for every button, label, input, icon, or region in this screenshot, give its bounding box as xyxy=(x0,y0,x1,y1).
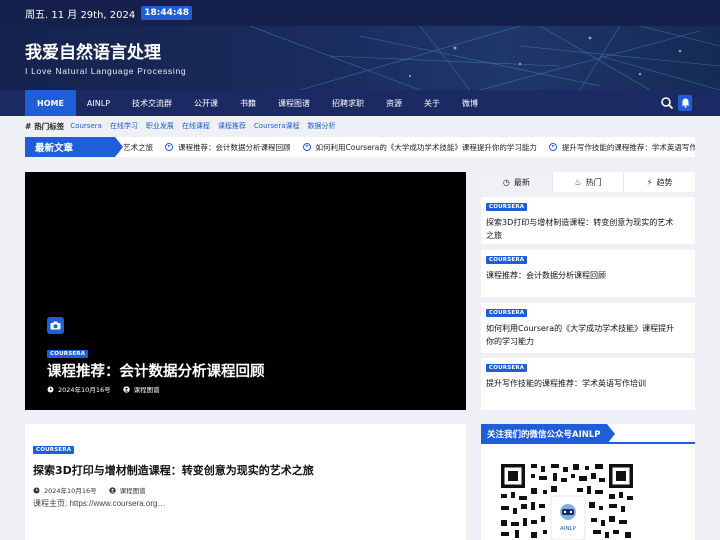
site-header: 我爱自然语言处理 I Love Natural Language Process… xyxy=(0,26,720,90)
post-author[interactable]: 课程图谱 xyxy=(120,485,146,495)
featured-post-title[interactable]: 课程推荐：会计数据分析课程回顾 xyxy=(47,360,265,381)
bell-icon xyxy=(681,98,689,108)
search-icon[interactable] xyxy=(660,96,674,110)
nav-item-books[interactable]: 书籍 xyxy=(229,90,267,116)
hot-tags-title: 热门标签 xyxy=(34,121,65,131)
user-icon xyxy=(122,385,130,393)
article-card: COURSERA 探索3D打印与增材制造课程：转变创意为现实的艺术之旅 2024… xyxy=(25,424,466,540)
tab-latest[interactable]: ◷ 最新 xyxy=(481,172,553,192)
tab-label: 最新 xyxy=(513,177,530,187)
wechat-qr-code: AINLP xyxy=(501,464,633,540)
ticker-track: 艺术之旅 课程推荐：会计数据分析课程回顾 如何利用Coursera的《大学成功学… xyxy=(123,142,695,153)
ticker-item-text: 艺术之旅 xyxy=(123,142,153,152)
post-author[interactable]: 课程图谱 xyxy=(134,384,160,394)
hot-tags-label: # 热门标签 xyxy=(25,121,64,132)
featured-post-meta: 2024年10月16号 课程图谱 xyxy=(47,384,160,394)
featured-post[interactable]: COURSERA 课程推荐：会计数据分析课程回顾 2024年10月16号 课程图… xyxy=(25,172,466,410)
tag-link[interactable]: Coursera xyxy=(70,122,102,130)
tag-link[interactable]: 数据分析 xyxy=(308,121,336,131)
nav-item-ainlp[interactable]: AINLP xyxy=(76,90,121,116)
article-meta: 2024年10月16号 课程图谱 xyxy=(33,485,146,495)
category-badge[interactable]: COURSERA xyxy=(486,256,528,264)
post-date: 2024年10月16号 xyxy=(44,487,97,495)
ticker-item-text: 提升写作技能的课程推荐：学术英语写作培训 xyxy=(561,142,695,152)
nav-item-about[interactable]: 关于 xyxy=(413,90,451,116)
current-date: 周五. 11 月 29th, 2024 xyxy=(25,9,136,21)
sidebar-post[interactable]: COURSERA 探索3D打印与增材制造课程：转变创意为现实的艺术之旅 xyxy=(481,197,695,244)
hot-tags: # 热门标签 Coursera 在线学习 职业发展 在线课程 课程推荐 Cours… xyxy=(25,119,344,133)
nav-item-course-graph[interactable]: 课程图谱 xyxy=(267,90,321,116)
nav-item-weibo[interactable]: 微博 xyxy=(451,90,489,116)
play-circle-icon xyxy=(165,143,173,151)
category-badge[interactable]: COURSERA xyxy=(486,203,528,211)
clock-icon: ◷ xyxy=(502,177,510,187)
tab-popular[interactable]: ♨ 热门 xyxy=(553,172,625,192)
latest-articles-ticker: 最新文章 艺术之旅 课程推荐：会计数据分析课程回顾 如何利用Coursera的《… xyxy=(25,137,695,157)
tag-link[interactable]: 在线学习 xyxy=(110,121,138,131)
ticker-item[interactable]: 艺术之旅 xyxy=(123,142,153,153)
post-date: 2024年10月16号 xyxy=(58,386,111,394)
sidebar-post-title[interactable]: 如何利用Coursera的《大学成功学术技能》课程提升你的学习能力 xyxy=(486,322,681,348)
tag-link[interactable]: 课程推荐 xyxy=(218,121,246,131)
category-badge[interactable]: COURSERA xyxy=(486,364,528,372)
ticker-label: 最新文章 xyxy=(25,137,123,157)
category-badge[interactable]: COURSERA xyxy=(47,350,89,358)
bolt-icon: ⚡ xyxy=(646,177,653,187)
clock-icon xyxy=(33,487,40,493)
top-bar: 周五. 11 月 29th, 2024 18:44:48 xyxy=(0,0,720,26)
nav-item-home[interactable]: HOME xyxy=(25,90,76,116)
ticker-item[interactable]: 提升写作技能的课程推荐：学术英语写作培训 xyxy=(548,142,695,153)
fire-icon: ♨ xyxy=(574,177,582,187)
clock-icon xyxy=(47,386,54,392)
wechat-widget: 关注我们的微信公众号AINLP AINLP xyxy=(481,424,695,540)
sidebar-tabs: ◷ 最新 ♨ 热门 ⚡ 趋势 xyxy=(481,172,695,192)
site-tagline: I Love Natural Language Processing xyxy=(25,66,187,76)
main-nav: HOME AINLP 技术交流群 公开课 书籍 课程图谱 招聘求职 资源 关于 … xyxy=(0,90,720,116)
sidebar-post[interactable]: COURSERA 提升写作技能的课程推荐：学术英语写作培训 xyxy=(481,358,695,410)
sidebar-post-title[interactable]: 课程推荐：会计数据分析课程回顾 xyxy=(486,269,681,282)
tag-link[interactable]: Coursera课程 xyxy=(254,121,300,131)
tag-link[interactable]: 在线课程 xyxy=(182,121,210,131)
play-circle-icon xyxy=(302,143,311,151)
category-badge[interactable]: COURSERA xyxy=(33,446,75,454)
tag-link[interactable]: 职业发展 xyxy=(146,121,174,131)
qr-logo-text: AINLP xyxy=(560,526,577,532)
tab-trending[interactable]: ⚡ 趋势 xyxy=(624,172,695,192)
ticker-item[interactable]: 如何利用Coursera的《大学成功学术技能》课程提升你的学习能力 xyxy=(302,142,537,153)
sidebar-post-title[interactable]: 探索3D打印与增材制造课程：转变创意为现实的艺术之旅 xyxy=(486,216,681,242)
sidebar-post[interactable]: COURSERA 课程推荐：会计数据分析课程回顾 xyxy=(481,250,695,297)
site-title[interactable]: 我爱自然语言处理 xyxy=(25,38,161,63)
ticker-item-text: 课程推荐：会计数据分析课程回顾 xyxy=(178,142,291,152)
user-icon xyxy=(108,486,116,494)
wechat-widget-header: 关注我们的微信公众号AINLP xyxy=(481,424,695,444)
nav-item-open-course[interactable]: 公开课 xyxy=(183,90,229,116)
nav-item-resources[interactable]: 资源 xyxy=(375,90,413,116)
hash-icon: # xyxy=(25,121,32,131)
ticker-item[interactable]: 课程推荐：会计数据分析课程回顾 xyxy=(165,142,291,153)
notification-button[interactable] xyxy=(678,95,692,111)
play-circle-icon xyxy=(548,143,557,151)
sidebar-post[interactable]: COURSERA 如何利用Coursera的《大学成功学术技能》课程提升你的学习… xyxy=(481,303,695,353)
tab-label: 趋势 xyxy=(656,177,673,187)
ticker-item-text: 如何利用Coursera的《大学成功学术技能》课程提升你的学习能力 xyxy=(315,142,537,152)
sidebar-post-title[interactable]: 提升写作技能的课程推荐：学术英语写作培训 xyxy=(486,377,681,390)
tab-label: 热门 xyxy=(585,177,602,187)
wechat-widget-title: 关注我们的微信公众号AINLP xyxy=(481,424,615,444)
nav-item-jobs[interactable]: 招聘求职 xyxy=(321,90,375,116)
nav-item-tech-group[interactable]: 技术交流群 xyxy=(121,90,183,116)
camera-icon xyxy=(47,317,64,334)
current-time: 18:44:48 xyxy=(141,6,193,20)
article-excerpt: 课程主页: https://www.coursera.org… xyxy=(33,499,166,508)
article-title[interactable]: 探索3D打印与增材制造课程：转变创意为现实的艺术之旅 xyxy=(33,462,314,478)
category-badge[interactable]: COURSERA xyxy=(486,309,528,317)
